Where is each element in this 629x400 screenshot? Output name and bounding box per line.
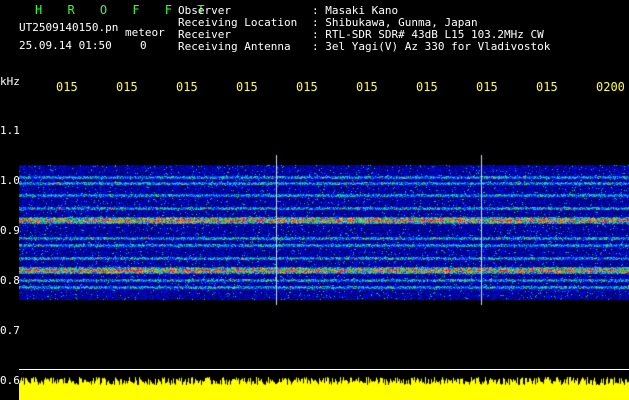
datetime-label: 25.09.14 01:50 <box>19 39 112 52</box>
x-tick-label: 015 <box>176 80 198 94</box>
y-tick-label: 1.1 <box>0 124 20 137</box>
y-tick-label: 0.8 <box>0 274 20 287</box>
x-tick-label: 015 <box>476 80 498 94</box>
info-key-antenna: Receiving Antenna <box>178 40 291 53</box>
x-tick-label: 015 <box>536 80 558 94</box>
filename-label: UT2509140150.pn <box>19 21 119 34</box>
y-tick-label: 0.9 <box>0 224 20 237</box>
spectrogram-canvas <box>19 95 629 400</box>
info-value-antenna: : 3el Yagi(V) Az 330 for Vladivostok <box>312 40 551 53</box>
type-label: meteor <box>125 26 165 39</box>
y-tick-label: 0.7 <box>0 324 20 337</box>
x-tick-label: 015 <box>356 80 378 94</box>
x-tick-label: 015 <box>416 80 438 94</box>
count-label: 0 <box>140 39 147 52</box>
y-tick-label: 0.6 <box>0 374 20 387</box>
x-tick-label: 015 <box>296 80 318 94</box>
baseline-divider <box>19 369 629 370</box>
x-tick-label: 0200 <box>596 80 625 94</box>
y-tick-label: 1.0 <box>0 174 20 187</box>
x-tick-label: 015 <box>236 80 258 94</box>
axis-unit-label: kHz <box>0 75 20 88</box>
x-tick-label: 015 <box>116 80 138 94</box>
x-tick-label: 015 <box>56 80 78 94</box>
